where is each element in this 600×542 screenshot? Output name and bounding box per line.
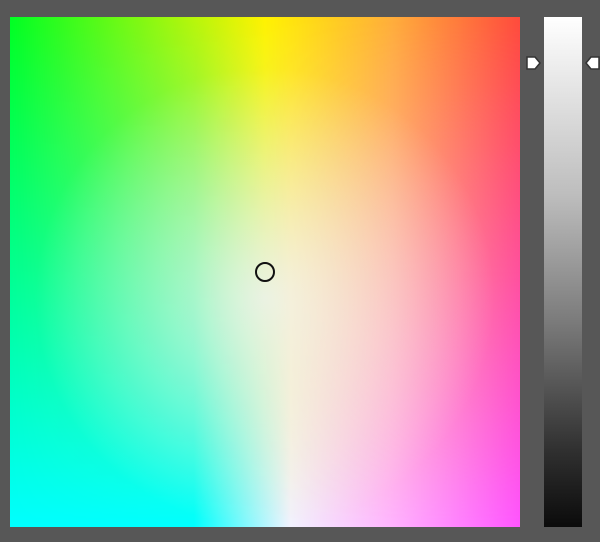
lightness-slider-right-arrow-icon[interactable] — [585, 55, 600, 71]
lightness-slider-track[interactable] — [544, 17, 582, 527]
lightness-slider-left-arrow-icon[interactable] — [525, 55, 541, 71]
color-field[interactable] — [10, 17, 520, 527]
color-picker — [0, 0, 600, 542]
color-field-center-glow — [10, 17, 520, 527]
color-field-gradient — [10, 17, 520, 527]
